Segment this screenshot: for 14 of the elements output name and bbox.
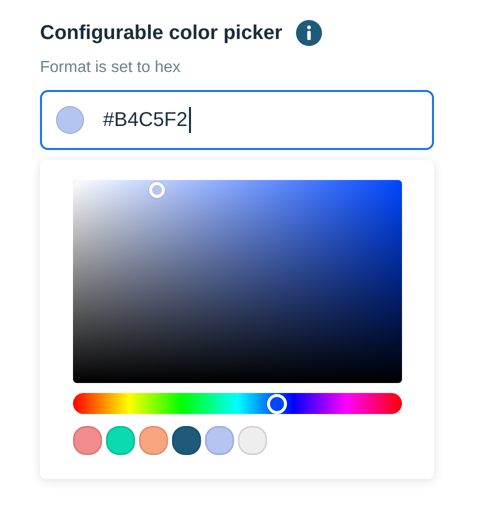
color-swatch[interactable] [139,426,168,455]
saturation-handle[interactable] [149,182,166,198]
color-swatch[interactable] [172,426,201,455]
color-input-field[interactable]: #B4C5F2 [40,90,434,150]
color-swatch[interactable] [73,426,102,455]
color-swatch[interactable] [205,426,234,455]
helper-text: Format is set to hex [40,59,182,77]
saturation-area[interactable] [73,180,402,383]
info-icon[interactable] [296,20,322,46]
field-title: Configurable color picker [40,22,282,44]
color-swatch[interactable] [106,426,135,455]
hue-slider[interactable] [73,393,402,414]
color-swatch[interactable] [238,426,267,455]
hue-handle[interactable] [267,394,288,414]
